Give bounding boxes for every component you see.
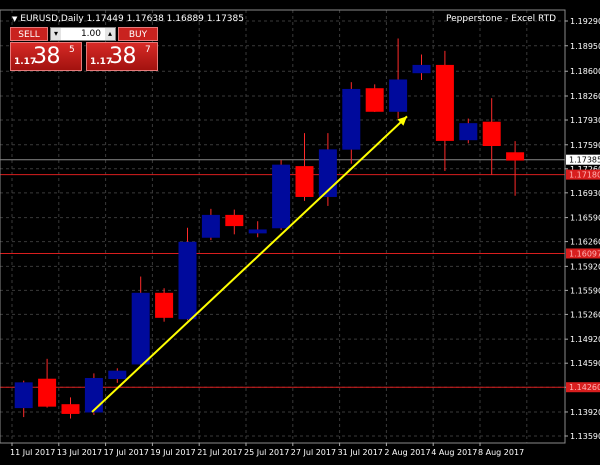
candle-body <box>14 382 33 409</box>
y-tick-label: 1.16590 <box>570 214 600 223</box>
candle-body <box>272 164 291 229</box>
y-tick-label: 1.13590 <box>570 432 600 441</box>
sell-price-sup: 5 <box>69 45 75 55</box>
x-tick-label: 25 Jul 2017 <box>244 448 289 457</box>
candle-body <box>108 370 127 379</box>
chevron-down-icon[interactable]: ▾ <box>51 28 61 40</box>
candle-body <box>435 64 454 141</box>
x-tick-label: 27 Jul 2017 <box>291 448 336 457</box>
x-tick-label: 21 Jul 2017 <box>197 448 242 457</box>
x-tick-label: 13 Jul 2017 <box>57 448 102 457</box>
sell-button[interactable]: SELL <box>10 27 48 41</box>
sell-price-main: 38 <box>33 44 61 69</box>
y-tick-label: 1.14590 <box>570 359 600 368</box>
price-label: 1.17385 <box>569 156 600 165</box>
candle-body <box>248 229 267 234</box>
buy-button[interactable]: BUY <box>118 27 158 41</box>
candle-body <box>482 121 501 146</box>
y-tick-label: 1.16930 <box>570 189 600 198</box>
candle-body <box>295 166 314 197</box>
y-tick-label: 1.18600 <box>570 67 600 76</box>
candle <box>155 288 174 322</box>
y-tick-label: 1.19290 <box>570 17 600 26</box>
symbol-info-text: EURUSD,Daily 1.17449 1.17638 1.16889 1.1… <box>20 14 244 24</box>
price-label: 1.17180 <box>569 171 600 180</box>
candle-body <box>342 88 361 150</box>
y-tick-label: 1.16260 <box>570 238 600 247</box>
candle <box>365 84 384 113</box>
candle-body <box>131 292 150 365</box>
menu-triangle-icon[interactable]: ▼ <box>12 15 17 23</box>
price-label: 1.16097 <box>569 249 600 258</box>
candle-body <box>365 88 384 112</box>
symbol-info: ▼ EURUSD,Daily 1.17449 1.17638 1.16889 1… <box>12 14 244 24</box>
y-tick-label: 1.15920 <box>570 262 600 271</box>
broker-label: Pepperstone - Excel RTD <box>446 14 556 24</box>
candle <box>84 373 103 415</box>
buy-price-main: 38 <box>109 44 137 69</box>
candle-body <box>38 378 57 407</box>
price-label: 1.14260 <box>569 383 600 392</box>
candle-body <box>506 152 525 161</box>
y-tick-label: 1.18260 <box>570 92 600 101</box>
x-tick-label: 4 Aug 2017 <box>431 448 477 457</box>
buy-price-button[interactable]: 1.17 38 7 <box>86 42 158 71</box>
candle-body <box>178 241 197 320</box>
y-tick-label: 1.15590 <box>570 286 600 295</box>
x-tick-label: 31 Jul 2017 <box>338 448 383 457</box>
candle-body <box>84 377 103 413</box>
candle-body <box>389 79 408 112</box>
candle-body <box>459 123 478 141</box>
candle-body <box>155 292 174 318</box>
x-tick-label: 11 Jul 2017 <box>10 448 55 457</box>
y-tick-label: 1.17590 <box>570 141 600 150</box>
y-tick-label: 1.18950 <box>570 42 600 51</box>
x-tick-label: 17 Jul 2017 <box>104 448 149 457</box>
candle-body <box>61 404 80 414</box>
y-tick-label: 1.14920 <box>570 335 600 344</box>
x-tick-label: 2 Aug 2017 <box>384 448 430 457</box>
y-tick-label: 1.13920 <box>570 408 600 417</box>
candle-body <box>225 214 244 227</box>
sell-price-button[interactable]: 1.17 38 5 <box>10 42 82 71</box>
one-click-trading-panel: SELL ▾ 1.00 ▴ BUY 1.17 38 5 1.17 38 7 <box>10 27 158 71</box>
lot-size-value[interactable]: 1.00 <box>81 28 101 40</box>
chevron-up-icon[interactable]: ▴ <box>105 28 115 40</box>
buy-price-sup: 7 <box>145 45 151 55</box>
x-tick-label: 19 Jul 2017 <box>150 448 195 457</box>
candle <box>272 160 291 230</box>
candle-body <box>201 214 220 238</box>
lot-size-field[interactable]: ▾ 1.00 ▴ <box>50 27 116 41</box>
y-tick-label: 1.17930 <box>570 116 600 125</box>
x-tick-label: 8 Aug 2017 <box>478 448 524 457</box>
candle-body <box>412 64 431 74</box>
y-tick-label: 1.15260 <box>570 310 600 319</box>
